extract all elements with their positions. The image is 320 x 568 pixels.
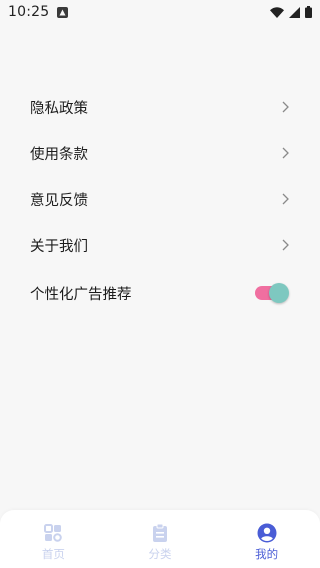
menu-item-label: 使用条款 (30, 146, 88, 163)
menu-item-privacy-policy[interactable]: 隐私政策 (0, 84, 320, 130)
menu-item-feedback[interactable]: 意见反馈 (0, 176, 320, 222)
notification-icon (57, 6, 69, 18)
tab-category[interactable]: 分类 (107, 510, 213, 568)
status-time: 10:25 (8, 4, 50, 20)
chevron-right-icon (279, 147, 289, 159)
wifi-icon (270, 3, 284, 22)
menu-item-label: 个性化广告推荐 (30, 286, 132, 303)
menu-item-label: 意见反馈 (30, 192, 88, 209)
tab-label: 首页 (41, 547, 65, 561)
settings-menu: 隐私政策 使用条款 意见反馈 关于我们 个性化广告推荐 (0, 84, 320, 316)
tab-label: 我的 (255, 547, 279, 561)
menu-item-terms-of-use[interactable]: 使用条款 (0, 130, 320, 176)
menu-item-label: 隐私政策 (30, 100, 88, 117)
status-bar: 10:25 (0, 0, 320, 24)
chevron-right-icon (279, 239, 289, 251)
menu-item-personalized-ads: 个性化广告推荐 (0, 270, 320, 316)
clipboard-icon (150, 523, 170, 543)
toggle-knob (269, 283, 289, 303)
chevron-right-icon (279, 101, 289, 113)
tab-home[interactable]: 首页 (0, 510, 106, 568)
user-icon (257, 523, 277, 543)
bottom-tab-bar: 首页 分类 我的 (0, 510, 320, 568)
status-indicators (270, 3, 312, 22)
tab-label: 分类 (148, 547, 172, 561)
menu-item-about-us[interactable]: 关于我们 (0, 222, 320, 268)
home-grid-icon (43, 523, 63, 543)
battery-icon (305, 3, 312, 22)
menu-item-label: 关于我们 (30, 238, 88, 255)
signal-icon (289, 3, 300, 22)
tab-mine[interactable]: 我的 (214, 510, 320, 568)
personalized-ads-toggle[interactable] (255, 282, 289, 304)
chevron-right-icon (279, 193, 289, 205)
